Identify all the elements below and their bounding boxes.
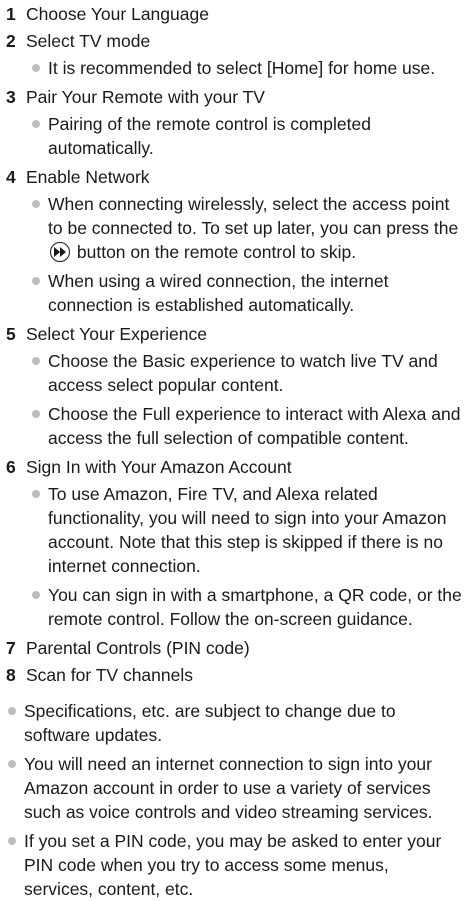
note-text: If you set a PIN code, you may be asked … [24, 831, 442, 899]
step-2: 2 Select TV mode [6, 29, 462, 53]
note-text: Specifications, etc. are subject to chan… [24, 701, 396, 745]
step-number: 1 [6, 4, 16, 24]
step-5-bullets: Choose the Basic experience to watch liv… [6, 349, 462, 450]
step-title: Parental Controls (PIN code) [26, 638, 250, 658]
step-1: 1 Choose Your Language [6, 2, 462, 26]
list-item: It is recommended to select [Home] for h… [30, 56, 462, 80]
bullet-dot-icon [8, 760, 16, 768]
bullet-text-before-icon: When connecting wirelessly, select the a… [48, 194, 459, 238]
step-4: 4 Enable Network [6, 165, 462, 189]
bullet-dot-icon [8, 707, 16, 715]
step-number: 3 [6, 87, 16, 107]
step-title: Pair Your Remote with your TV [26, 87, 265, 107]
step-title: Select TV mode [26, 31, 151, 51]
setup-instructions-page: 1 Choose Your Language 2 Select TV mode … [0, 0, 470, 899]
list-item: Choose the Full experience to interact w… [30, 402, 462, 450]
fast-forward-skip-icon [50, 242, 70, 262]
step-title: Enable Network [26, 167, 150, 187]
bullet-dot-icon [32, 591, 40, 599]
step-title: Sign In with Your Amazon Account [26, 457, 292, 477]
bullet-dot-icon [32, 277, 40, 285]
step-3: 3 Pair Your Remote with your TV [6, 85, 462, 109]
step-number: 7 [6, 638, 16, 658]
bullet-text: Pairing of the remote control is complet… [48, 114, 371, 158]
bullet-text: Choose the Basic experience to watch liv… [48, 351, 438, 395]
step-number: 2 [6, 31, 16, 51]
step-2-bullets: It is recommended to select [Home] for h… [6, 56, 462, 80]
bullet-text: Choose the Full experience to interact w… [48, 404, 461, 448]
bullet-dot-icon [8, 837, 16, 845]
bullet-text-after-icon: button on the remote control to skip. [76, 242, 357, 262]
bullet-text: To use Amazon, Fire TV, and Alexa relate… [48, 484, 447, 576]
notes-list: Specifications, etc. are subject to chan… [6, 699, 462, 901]
list-item: Choose the Basic experience to watch liv… [30, 349, 462, 397]
bullet-dot-icon [32, 410, 40, 418]
step-number: 8 [6, 665, 16, 685]
bullet-dot-icon [32, 357, 40, 365]
list-item: When connecting wirelessly, select the a… [30, 192, 462, 264]
step-title: Choose Your Language [26, 4, 209, 24]
list-item: You will need an internet connection to … [6, 752, 462, 824]
bullet-text: It is recommended to select [Home] for h… [48, 58, 436, 78]
bullet-dot-icon [32, 490, 40, 498]
step-number: 5 [6, 324, 16, 344]
list-item: Pairing of the remote control is complet… [30, 112, 462, 160]
list-item: You can sign in with a smartphone, a QR … [30, 583, 462, 631]
bullet-dot-icon [32, 120, 40, 128]
step-6: 6 Sign In with Your Amazon Account [6, 455, 462, 479]
step-5: 5 Select Your Experience [6, 322, 462, 346]
step-title: Scan for TV channels [26, 665, 193, 685]
step-8: 8 Scan for TV channels [6, 663, 462, 687]
step-title: Select Your Experience [26, 324, 207, 344]
step-number: 4 [6, 167, 16, 187]
bullet-dot-icon [32, 64, 40, 72]
note-text: You will need an internet connection to … [24, 754, 433, 822]
notes-section: Specifications, etc. are subject to chan… [6, 699, 462, 901]
step-number: 6 [6, 457, 16, 477]
list-item: When using a wired connection, the inter… [30, 269, 462, 317]
bullet-text: When using a wired connection, the inter… [48, 271, 389, 315]
list-item: If you set a PIN code, you may be asked … [6, 829, 462, 901]
list-item: Specifications, etc. are subject to chan… [6, 699, 462, 747]
list-item: To use Amazon, Fire TV, and Alexa relate… [30, 482, 462, 578]
step-7: 7 Parental Controls (PIN code) [6, 636, 462, 660]
step-4-bullets: When connecting wirelessly, select the a… [6, 192, 462, 317]
step-3-bullets: Pairing of the remote control is complet… [6, 112, 462, 160]
bullet-dot-icon [32, 200, 40, 208]
bullet-text: You can sign in with a smartphone, a QR … [48, 585, 462, 629]
step-6-bullets: To use Amazon, Fire TV, and Alexa relate… [6, 482, 462, 631]
